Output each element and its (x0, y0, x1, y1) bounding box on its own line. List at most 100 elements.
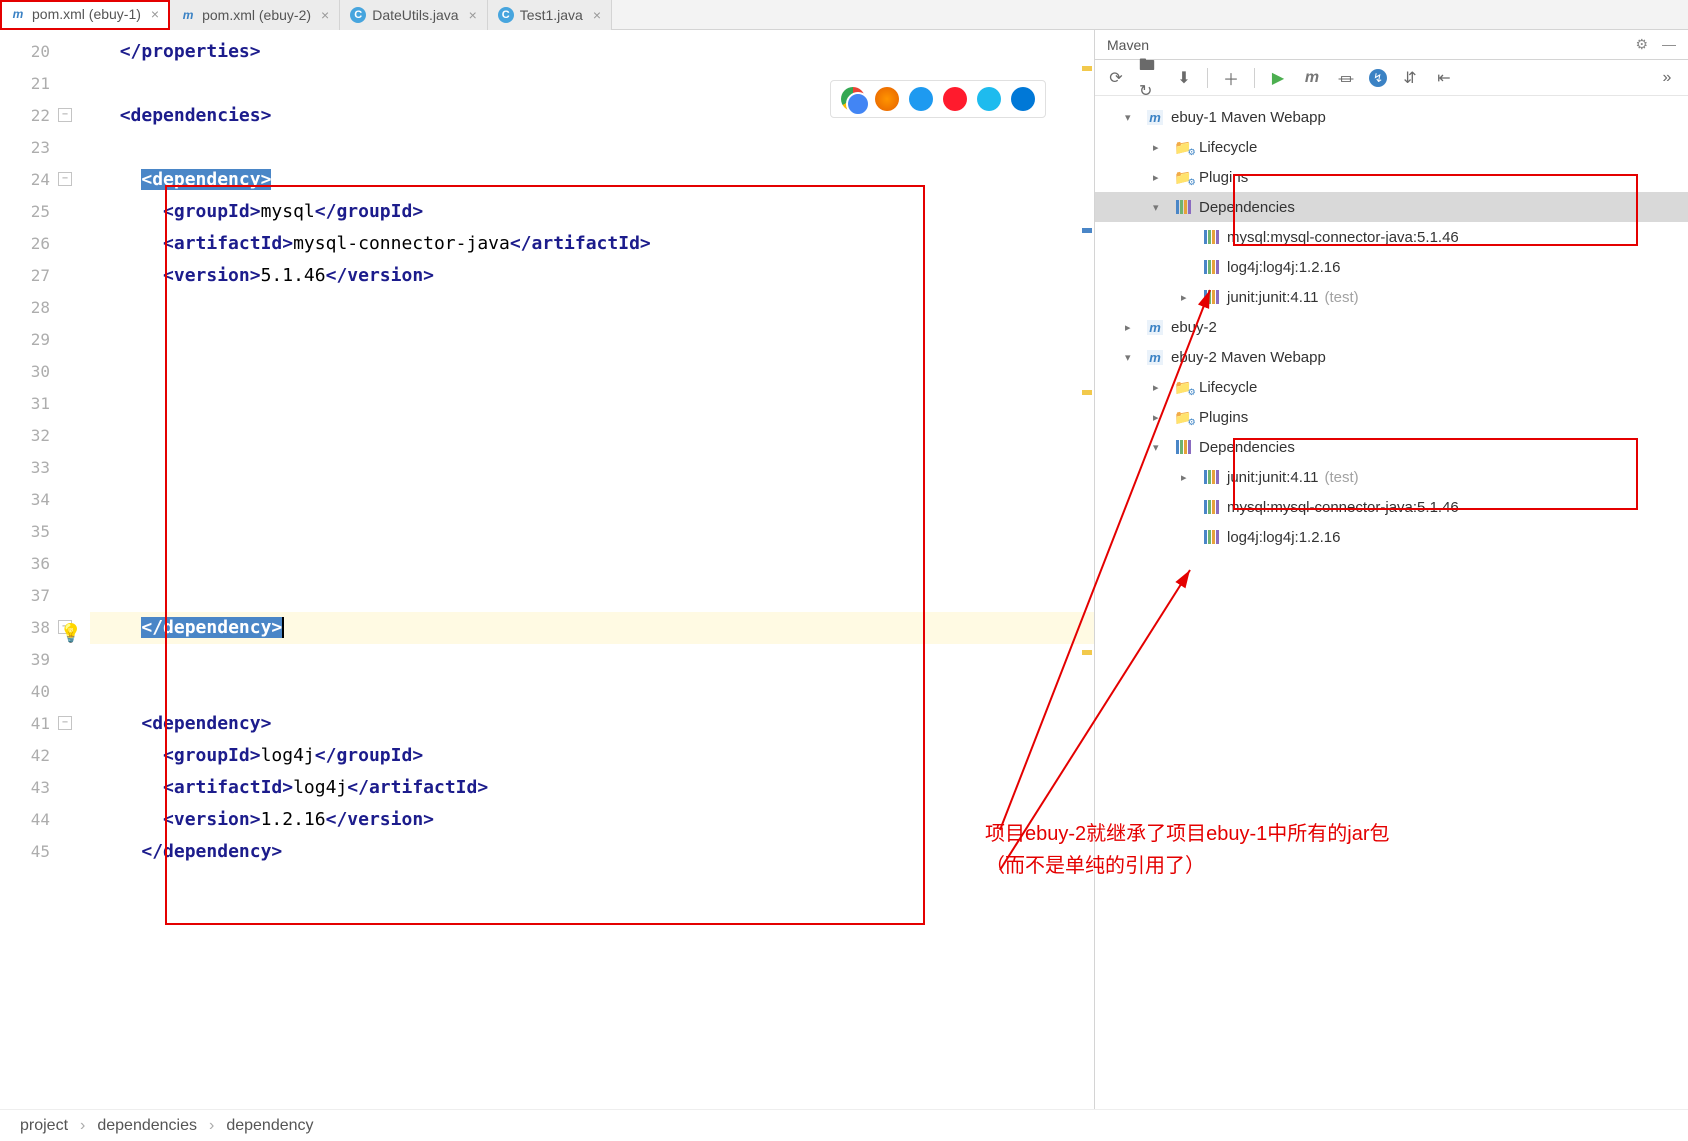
jar-icon (1201, 260, 1221, 274)
close-icon[interactable]: × (593, 7, 601, 23)
settings-icon[interactable]: ⚙ (1635, 36, 1648, 53)
minimize-icon[interactable]: — (1662, 36, 1676, 53)
breadcrumb-item[interactable]: dependency (226, 1117, 313, 1135)
tree-node[interactable]: ▾mebuy-2 Maven Webapp (1095, 342, 1688, 372)
editor-tab[interactable]: CDateUtils.java× (340, 0, 488, 30)
collapse-icon[interactable]: ⇤ (1433, 67, 1455, 89)
code-line[interactable]: <artifactId>mysql-connector-java</artifa… (90, 228, 1094, 260)
tree-label: ebuy-1 Maven Webapp (1171, 109, 1326, 126)
expand-icon[interactable]: ▸ (1153, 381, 1169, 394)
tree-node[interactable]: ▸📁⚙Lifecycle (1095, 132, 1688, 162)
close-icon[interactable]: × (151, 6, 159, 22)
tree-node[interactable]: log4j:log4j:1.2.16 (1095, 522, 1688, 552)
m-icon[interactable]: m (1301, 67, 1323, 89)
expand-icon[interactable]: ▸ (1153, 411, 1169, 424)
edge-icon[interactable] (1011, 87, 1035, 111)
breadcrumb-item[interactable]: project (20, 1117, 68, 1135)
tree-node[interactable]: ▾Dependencies (1095, 432, 1688, 462)
tree-node[interactable]: ▾mebuy-1 Maven Webapp (1095, 102, 1688, 132)
tree-label: Plugins (1199, 409, 1248, 426)
toggle-offline-icon[interactable]: ⏛ (1335, 67, 1357, 89)
close-icon[interactable]: × (321, 7, 329, 23)
tree-node[interactable]: ▸junit:junit:4.11(test) (1095, 462, 1688, 492)
tree-node[interactable]: ▸junit:junit:4.11(test) (1095, 282, 1688, 312)
expand-icon[interactable]: ▸ (1125, 321, 1141, 334)
code-line[interactable] (90, 580, 1094, 612)
reimport-icon[interactable]: ⟳ (1105, 67, 1127, 89)
expand-icon[interactable]: ▸ (1181, 291, 1197, 304)
editor-tab[interactable]: mpom.xml (ebuy-1)× (0, 0, 170, 30)
breadcrumb[interactable]: project›dependencies›dependency (0, 1109, 1688, 1141)
tree-label: mysql:mysql-connector-java:5.1.46 (1227, 229, 1459, 246)
fold-icon[interactable]: − (58, 108, 72, 122)
code-line[interactable]: <version>5.1.46</version> (90, 260, 1094, 292)
jar-icon (1201, 530, 1221, 544)
editor-tab[interactable]: CTest1.java× (488, 0, 612, 30)
more-icon[interactable]: » (1656, 67, 1678, 89)
chrome-icon[interactable] (841, 87, 865, 111)
code-line[interactable]: </dependency> (90, 836, 1094, 868)
expand-icon[interactable]: ▸ (1181, 471, 1197, 484)
code-line[interactable] (90, 452, 1094, 484)
expand-icon[interactable]: ▸ (1153, 141, 1169, 154)
chevron-right-icon: › (209, 1117, 214, 1135)
show-deps-icon[interactable]: ⇵ (1399, 67, 1421, 89)
code-line[interactable] (90, 356, 1094, 388)
fold-icon[interactable]: − (58, 716, 72, 730)
code-line[interactable] (90, 484, 1094, 516)
code-line[interactable] (90, 420, 1094, 452)
code-line[interactable] (90, 132, 1094, 164)
breadcrumb-item[interactable]: dependencies (97, 1117, 197, 1135)
ie-icon[interactable] (977, 87, 1001, 111)
code-line[interactable] (90, 644, 1094, 676)
editor-marker-strip (1080, 60, 1094, 1077)
tree-node[interactable]: ▸📁⚙Plugins (1095, 162, 1688, 192)
add-icon[interactable]: ＋ (1220, 67, 1242, 89)
fold-icon[interactable]: − (58, 172, 72, 186)
expand-icon[interactable]: ▾ (1125, 111, 1141, 124)
code-line[interactable] (90, 548, 1094, 580)
firefox-icon[interactable] (875, 87, 899, 111)
tree-node[interactable]: ▸mebuy-2 (1095, 312, 1688, 342)
maven-tree[interactable]: ▾mebuy-1 Maven Webapp▸📁⚙Lifecycle▸📁⚙Plug… (1095, 96, 1688, 1109)
code-line[interactable]: <groupId>mysql</groupId> (90, 196, 1094, 228)
code-line[interactable] (90, 292, 1094, 324)
skip-tests-icon[interactable]: ↯ (1369, 69, 1387, 87)
expand-icon[interactable]: ▸ (1153, 171, 1169, 184)
code-line[interactable]: </properties> (90, 36, 1094, 68)
jar-icon (1201, 470, 1221, 484)
tree-node[interactable]: ▾Dependencies (1095, 192, 1688, 222)
maven-header: Maven ⚙ — (1095, 30, 1688, 60)
scope-note: (test) (1324, 469, 1358, 486)
code-line[interactable]: <dependency> (90, 708, 1094, 740)
code-line[interactable] (90, 324, 1094, 356)
run-icon[interactable]: ▶ (1267, 67, 1289, 89)
tree-node[interactable]: log4j:log4j:1.2.16 (1095, 252, 1688, 282)
editor-tabs: mpom.xml (ebuy-1)×mpom.xml (ebuy-2)×CDat… (0, 0, 1688, 30)
safari-icon[interactable] (909, 87, 933, 111)
code-line[interactable] (90, 516, 1094, 548)
generate-sources-icon[interactable]: 🖿↻ (1139, 67, 1161, 89)
tree-node[interactable]: mysql:mysql-connector-java:5.1.46 (1095, 222, 1688, 252)
code-line[interactable]: </dependency> (90, 612, 1094, 644)
tree-node[interactable]: ▸📁⚙Plugins (1095, 402, 1688, 432)
code-line[interactable] (90, 388, 1094, 420)
maven-toolbar: ⟳ 🖿↻ ⬇ ＋ ▶ m ⏛ ↯ ⇵ ⇤ » (1095, 60, 1688, 96)
close-icon[interactable]: × (469, 7, 477, 23)
expand-icon[interactable]: ▾ (1125, 351, 1141, 364)
code-line[interactable]: <groupId>log4j</groupId> (90, 740, 1094, 772)
expand-icon[interactable]: ▾ (1153, 201, 1169, 214)
code-line[interactable] (90, 676, 1094, 708)
code-line[interactable]: <version>1.2.16</version> (90, 804, 1094, 836)
tab-label: pom.xml (ebuy-1) (32, 6, 141, 22)
download-icon[interactable]: ⬇ (1173, 67, 1195, 89)
opera-icon[interactable] (943, 87, 967, 111)
tree-node[interactable]: mysql:mysql-connector-java:5.1.46 (1095, 492, 1688, 522)
tree-node[interactable]: ▸📁⚙Lifecycle (1095, 372, 1688, 402)
code-area[interactable]: </properties> <dependencies> <dependency… (90, 30, 1094, 1109)
expand-icon[interactable]: ▾ (1153, 441, 1169, 454)
code-line[interactable]: <artifactId>log4j</artifactId> (90, 772, 1094, 804)
tree-label: ebuy-2 Maven Webapp (1171, 349, 1326, 366)
editor-tab[interactable]: mpom.xml (ebuy-2)× (170, 0, 340, 30)
code-line[interactable]: <dependency> (90, 164, 1094, 196)
